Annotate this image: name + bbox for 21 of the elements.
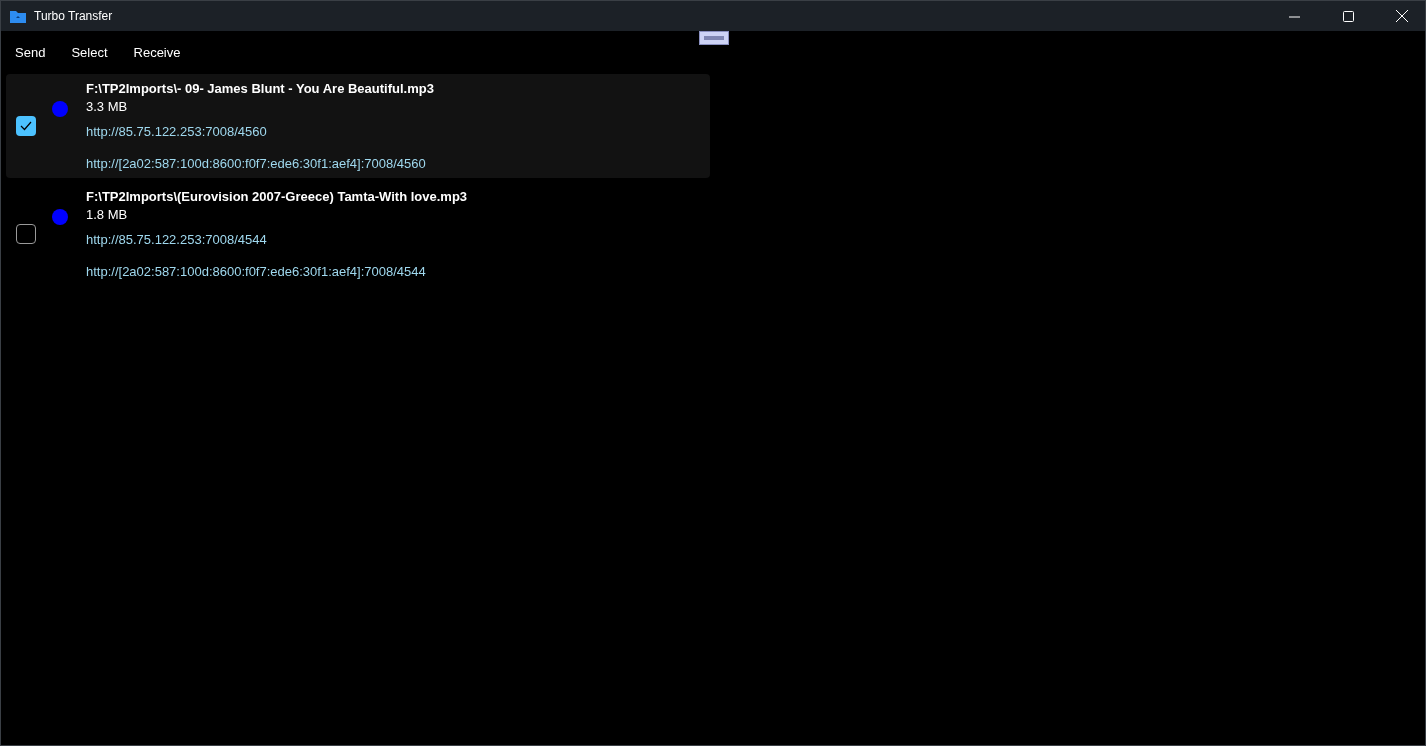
drag-handle-icon[interactable] xyxy=(699,31,729,45)
menu-item[interactable]: Select xyxy=(61,41,118,64)
menu-item[interactable]: Send xyxy=(5,41,56,64)
maximize-icon xyxy=(1342,10,1354,22)
file-size: 3.3 MB xyxy=(86,97,129,116)
close-icon xyxy=(1396,10,1408,22)
checkbox[interactable] xyxy=(16,116,36,136)
link[interactable]: http://[2a02:587:100d:8600:f0f7:ede6:30f1:aef4]:7008/4544 xyxy=(86,262,468,281)
file-size: 1.8 MB xyxy=(86,205,129,224)
window-title: Turbo Transfer xyxy=(34,9,114,23)
checkbox[interactable] xyxy=(16,224,36,244)
file-path: F:\TP2Imports\(Eurovision 2007-Greece) Tamta-With love.mp3 xyxy=(86,187,468,206)
link[interactable]: http://85.75.122.253:7008/4544 xyxy=(86,230,468,249)
folder-icon xyxy=(10,9,26,23)
file-path: F:\TP2Imports\- 09- James Blunt - You Are Beautiful.mp3 xyxy=(86,79,434,98)
checkmark-icon xyxy=(20,121,32,131)
link[interactable]: http://85.75.122.253:7008/4560 xyxy=(86,122,434,141)
file-row[interactable]: F:\TP2Imports\- 09- James Blunt - You Are Beautiful.mp3 3.3 MB http://85.75.122.253:7008/4560 http://[2a02:587:100d:8600:f0f7:ede6:30f1:aef4]:7008/4560 xyxy=(6,74,710,178)
menu-item[interactable]: Receive xyxy=(123,41,191,64)
file-row[interactable]: F:\TP2Imports\(Eurovision 2007-Greece) Tamta-With love.mp3 1.8 MB http://85.75.122.253:7008/4544 http://[2a02:587:100d:8600:f0f7:ede6:30f1:aef4]:7008/4544 xyxy=(6,182,710,286)
link[interactable]: http://[2a02:587:100d:8600:f0f7:ede6:30f1:aef4]:7008/4560 xyxy=(86,154,434,173)
